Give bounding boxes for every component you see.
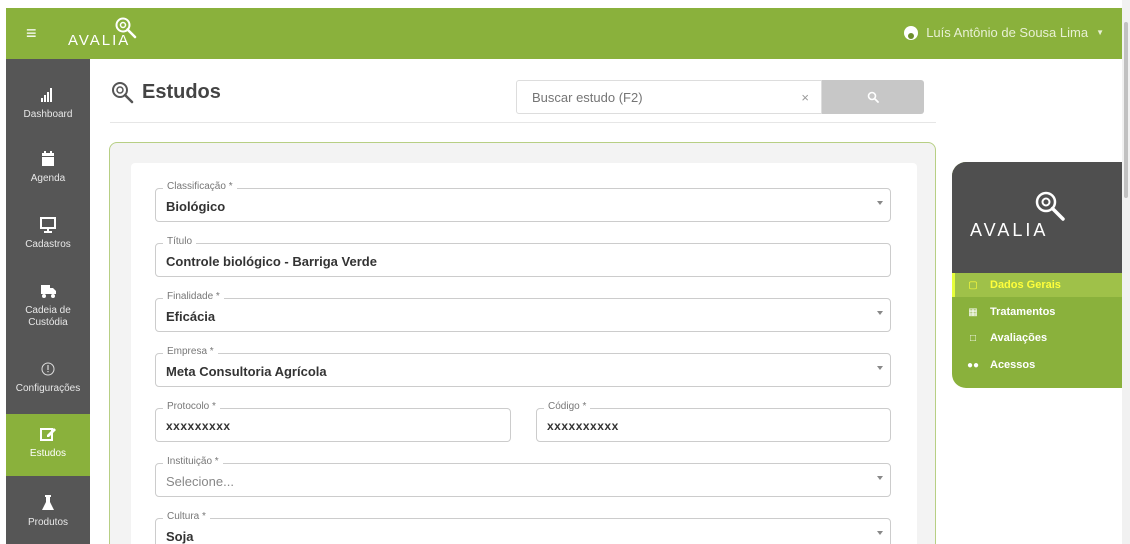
magnifier-logo-icon xyxy=(115,17,137,39)
nav-label: Tratamentos xyxy=(990,306,1056,318)
field-label: Finalidade * xyxy=(163,291,224,302)
caret-down-icon xyxy=(877,476,883,480)
top-bar: ≡ AVALIA Luís Antônio de Sousa Lima ▼ xyxy=(6,8,1122,59)
user-menu[interactable]: Luís Antônio de Sousa Lima ▼ xyxy=(904,25,1104,40)
empresa-select[interactable]: Empresa * Meta Consultoria Agrícola xyxy=(155,346,891,387)
field-label: Instituição * xyxy=(163,456,223,467)
classificacao-select[interactable]: Classificação * Biológico xyxy=(155,181,891,222)
flask-icon xyxy=(42,495,54,510)
nav-dados-gerais[interactable]: ▢ Dados Gerais xyxy=(952,273,1122,297)
field-value: Soja xyxy=(166,529,194,544)
menu-icon[interactable]: ≡ xyxy=(26,24,37,42)
field-value: xxxxxxxxx xyxy=(166,419,231,433)
magnifier-logo-icon xyxy=(1035,191,1065,221)
clear-icon[interactable]: × xyxy=(801,90,809,105)
caret-down-icon xyxy=(877,531,883,535)
app-logo[interactable]: AVALIA xyxy=(68,17,168,58)
field-label: Protocolo * xyxy=(163,401,220,412)
field-value: Eficácia xyxy=(166,309,216,324)
search-input[interactable] xyxy=(530,89,784,106)
user-name: Luís Antônio de Sousa Lima xyxy=(926,25,1089,40)
field-label: Empresa * xyxy=(163,346,218,357)
magnifier-icon xyxy=(112,82,134,104)
header-divider xyxy=(110,122,936,123)
titulo-field[interactable]: Título Controle biológico - Barriga Verd… xyxy=(155,236,891,277)
monitor-icon xyxy=(40,217,56,233)
instituicao-select[interactable]: Instituição * Selecione... xyxy=(155,456,891,497)
sidebar-item-label: Cadeia de Custódia xyxy=(25,305,71,328)
field-value: Controle biológico - Barriga Verde xyxy=(166,254,377,269)
caret-down-icon xyxy=(877,366,883,370)
sidebar-item-label: Agenda xyxy=(30,173,66,184)
sidebar-item-estudos[interactable]: Estudos xyxy=(6,414,90,476)
sidebar-item-cadeia-de-custodia[interactable]: Cadeia de Custódia xyxy=(6,281,90,329)
field-value: xxxxxxxxxx xyxy=(547,419,619,433)
clipboard-icon: □ xyxy=(969,332,977,344)
screen: ≡ AVALIA Luís Antônio de Sousa Lima ▼ Da… xyxy=(0,0,1130,544)
sidebar-item-dashboard[interactable]: Dashboard xyxy=(6,85,90,120)
codigo-field[interactable]: Código * xxxxxxxxxx xyxy=(536,401,891,442)
nav-tratamentos[interactable]: ▦ Tratamentos xyxy=(952,300,1122,324)
sidebar: Dashboard Agenda Cadastros Cadeia de Cus… xyxy=(6,59,90,544)
field-label: Cultura * xyxy=(163,511,210,522)
study-nav-widget: AVALIA ▢ Dados Gerais ▦ Tratamentos □ Av… xyxy=(952,162,1122,388)
field-label: Classificação * xyxy=(163,181,237,192)
widget-logo-area: AVALIA xyxy=(952,162,1122,273)
calendar-icon xyxy=(42,151,54,166)
users-icon: ●● xyxy=(966,359,980,371)
search-icon xyxy=(867,91,879,103)
nav-avaliacoes[interactable]: □ Avaliações xyxy=(952,326,1122,350)
sidebar-item-configuracoes[interactable]: Configurações xyxy=(6,359,90,394)
nav-label: Avaliações xyxy=(990,332,1048,344)
edit-icon xyxy=(40,428,56,441)
search-button[interactable] xyxy=(822,80,924,114)
sidebar-item-label: Produtos xyxy=(27,517,69,528)
caret-down-icon xyxy=(877,201,883,205)
info-circle-icon xyxy=(41,362,55,376)
nav-label: Dados Gerais xyxy=(990,279,1061,291)
search-box: × xyxy=(516,80,822,114)
field-value: Selecione... xyxy=(166,474,234,489)
caret-down-icon: ▼ xyxy=(1096,28,1104,37)
scrollbar-thumb[interactable] xyxy=(1124,22,1128,198)
caret-down-icon xyxy=(877,311,883,315)
page-title: Estudos xyxy=(110,80,221,104)
sidebar-item-produtos[interactable]: Produtos xyxy=(6,493,90,528)
protocolo-field[interactable]: Protocolo * xxxxxxxxx xyxy=(155,401,511,442)
nav-label: Acessos xyxy=(990,359,1036,371)
cultura-select[interactable]: Cultura * Soja xyxy=(155,511,891,544)
page-title-text: Estudos xyxy=(142,80,221,103)
sidebar-item-agenda[interactable]: Agenda xyxy=(6,149,90,184)
field-value: Meta Consultoria Agrícola xyxy=(166,364,327,379)
nav-acessos[interactable]: ●● Acessos xyxy=(952,353,1122,377)
field-value: Biológico xyxy=(166,199,226,214)
field-label: Título xyxy=(163,236,197,247)
field-label: Código * xyxy=(544,401,591,412)
sidebar-item-label: Cadastros xyxy=(25,239,71,250)
sidebar-item-label: Dashboard xyxy=(23,109,73,120)
sidebar-item-label: Configurações xyxy=(15,383,81,394)
truck-icon xyxy=(41,285,56,298)
finalidade-select[interactable]: Finalidade * Eficácia xyxy=(155,291,891,332)
page-scrollbar[interactable] xyxy=(1122,0,1130,544)
avatar xyxy=(904,25,919,40)
document-icon: ▢ xyxy=(968,279,978,291)
sidebar-item-cadastros[interactable]: Cadastros xyxy=(6,215,90,250)
table-icon: ▦ xyxy=(968,306,978,318)
bar-chart-icon xyxy=(41,88,52,102)
sidebar-item-label: Estudos xyxy=(29,448,67,459)
